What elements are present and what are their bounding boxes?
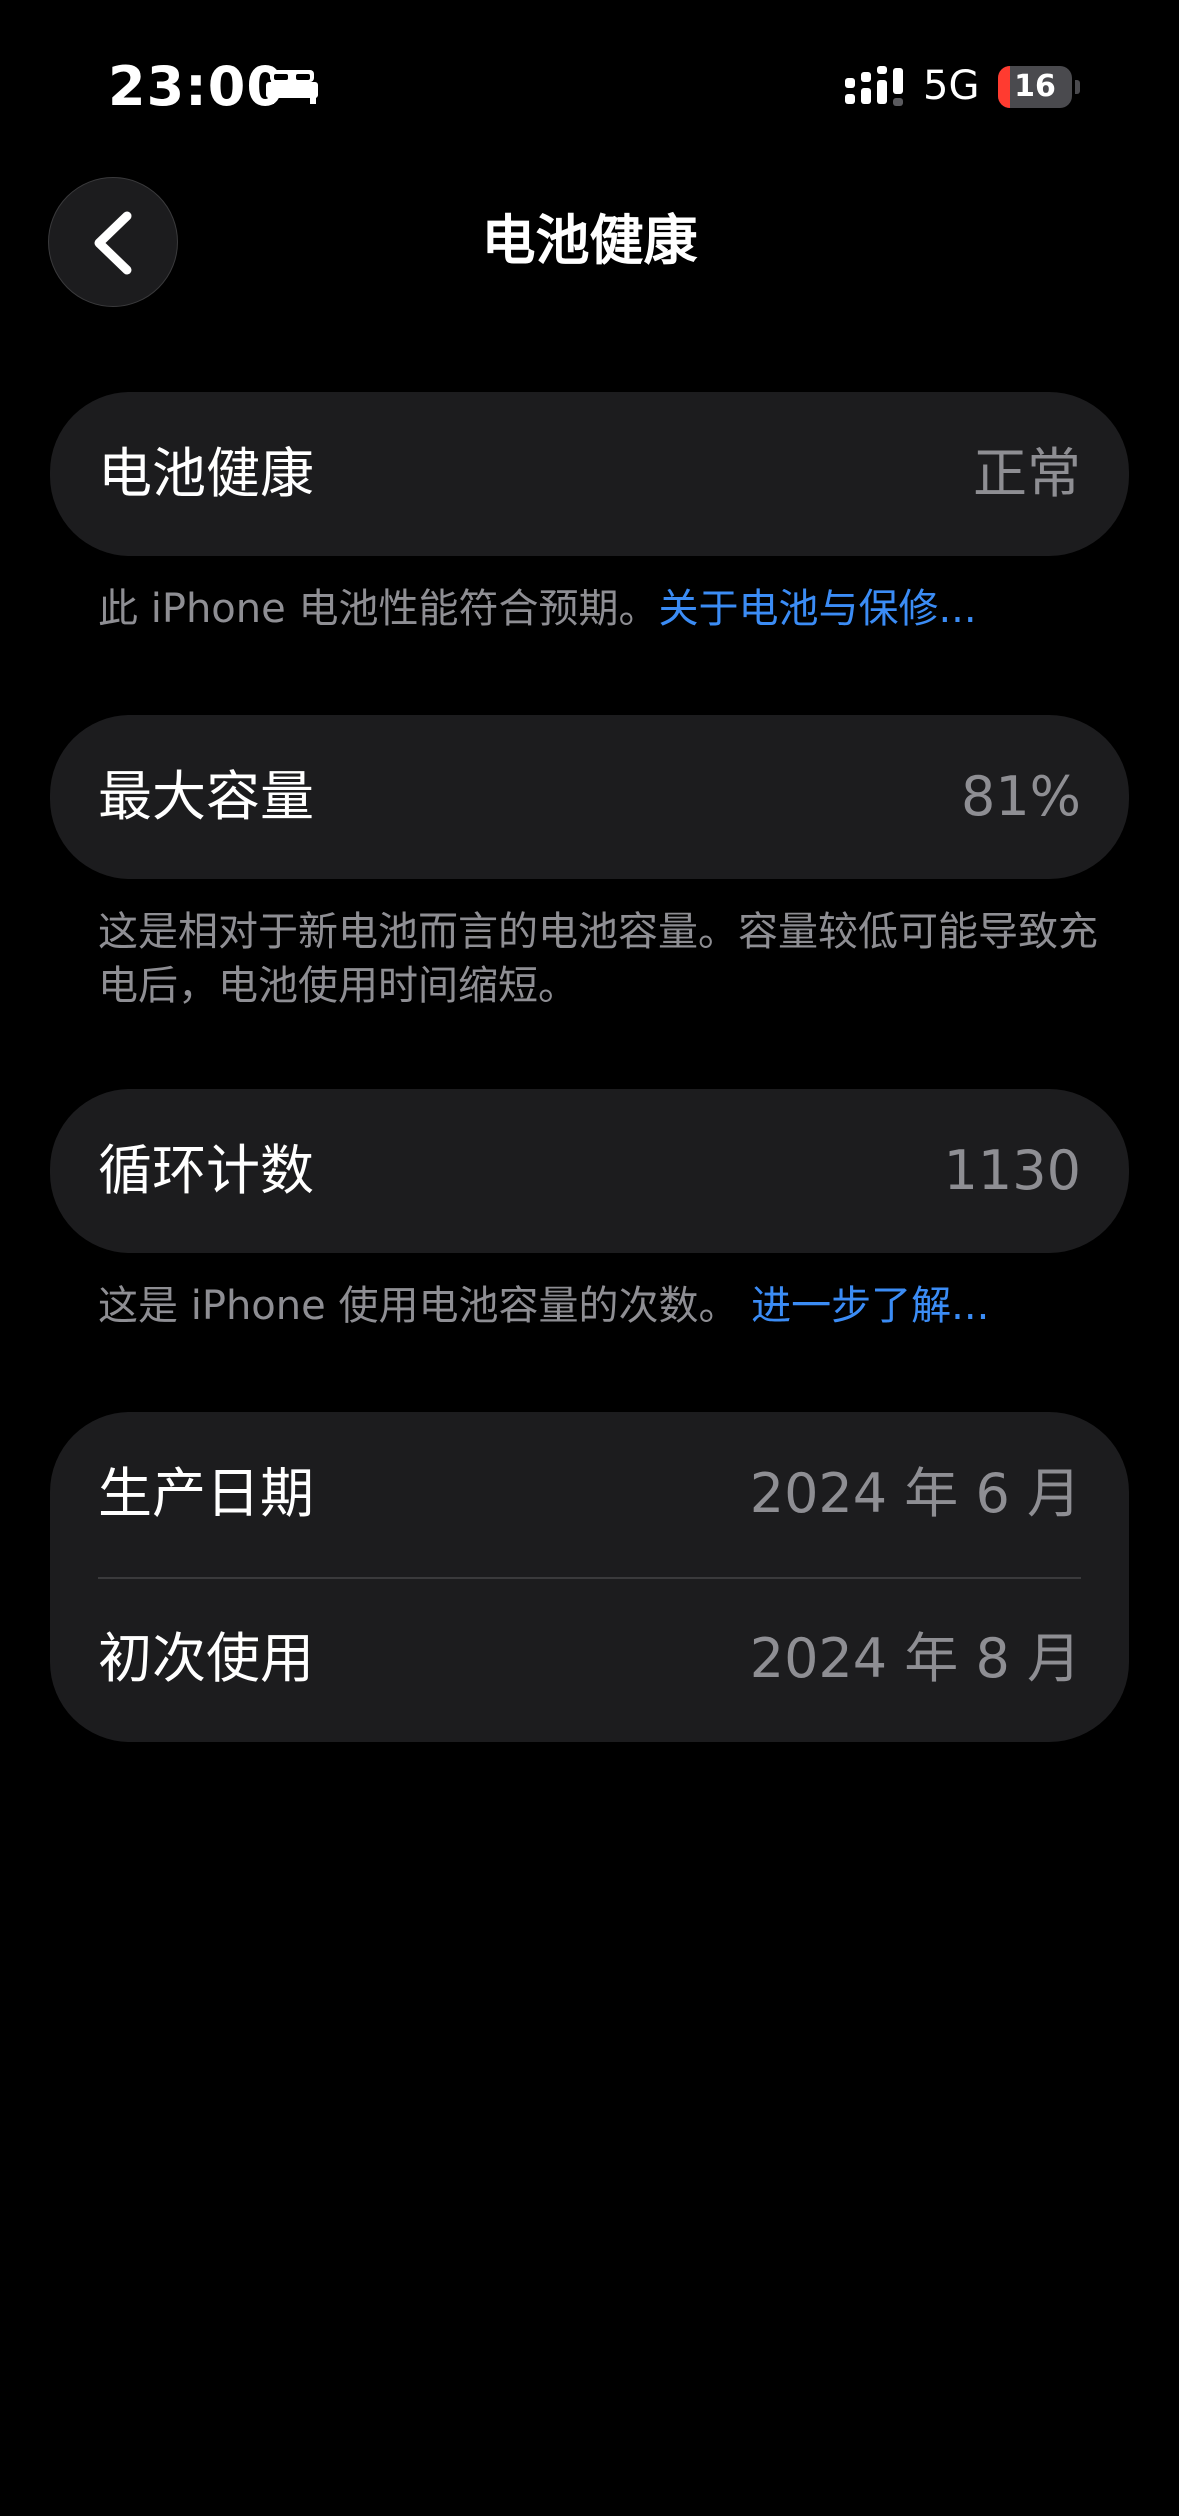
battery-icon: 16 <box>998 66 1082 108</box>
first-use-row: 初次使用 2024 年 8 月 <box>50 1576 1129 1742</box>
manufacture-date-row: 生产日期 2024 年 6 月 <box>50 1412 1129 1579</box>
max-capacity-footnote: 这是相对于新电池而言的电池容量。容量较低可能导致充电后，电池使用时间缩短。 <box>98 909 1098 1009</box>
battery-level: 16 <box>1014 69 1056 104</box>
max-capacity-label: 最大容量 <box>98 765 314 828</box>
status-time: 23:00 <box>108 55 285 118</box>
page-title: 电池健康 <box>481 209 698 272</box>
network-type: 5G <box>923 63 980 109</box>
cycle-count-footnote-text: 这是 iPhone 使用电池容量的次数。 <box>98 1283 739 1329</box>
first-use-value: 2024 年 8 月 <box>749 1627 1081 1690</box>
manufacture-date-label: 生产日期 <box>98 1462 314 1525</box>
battery-warranty-link[interactable]: 关于电池与保修... <box>658 586 976 632</box>
battery-health-value: 正常 <box>973 442 1081 505</box>
status-bar: 23:00 5G 16 <box>0 0 1179 170</box>
learn-more-link[interactable]: 进一步了解... <box>751 1283 989 1329</box>
first-use-label: 初次使用 <box>98 1627 314 1690</box>
cellular-signal-icon <box>845 64 903 110</box>
battery-health-footnote: 此 iPhone 电池性能符合预期。关于电池与保修... <box>98 582 1098 636</box>
battery-tip <box>1075 80 1080 94</box>
cycle-count-value: 1130 <box>943 1139 1081 1202</box>
battery-health-card: 电池健康 正常 <box>50 392 1129 556</box>
battery-health-label: 电池健康 <box>98 442 314 505</box>
bed-icon <box>266 66 318 106</box>
cycle-count-card: 循环计数 1130 <box>50 1089 1129 1253</box>
cycle-count-row: 循环计数 1130 <box>50 1089 1129 1253</box>
cycle-count-label: 循环计数 <box>98 1139 314 1202</box>
battery-body: 16 <box>998 66 1072 108</box>
manufacture-date-value: 2024 年 6 月 <box>749 1462 1081 1525</box>
battery-health-row: 电池健康 正常 <box>50 392 1129 556</box>
dates-card: 生产日期 2024 年 6 月 初次使用 2024 年 8 月 <box>50 1412 1129 1742</box>
battery-health-footnote-text: 此 iPhone 电池性能符合预期。 <box>98 586 659 632</box>
max-capacity-value: 81% <box>960 765 1081 828</box>
max-capacity-row: 最大容量 81% <box>50 715 1129 879</box>
cycle-count-footnote: 这是 iPhone 使用电池容量的次数。 进一步了解... <box>98 1279 1098 1333</box>
max-capacity-card: 最大容量 81% <box>50 715 1129 879</box>
